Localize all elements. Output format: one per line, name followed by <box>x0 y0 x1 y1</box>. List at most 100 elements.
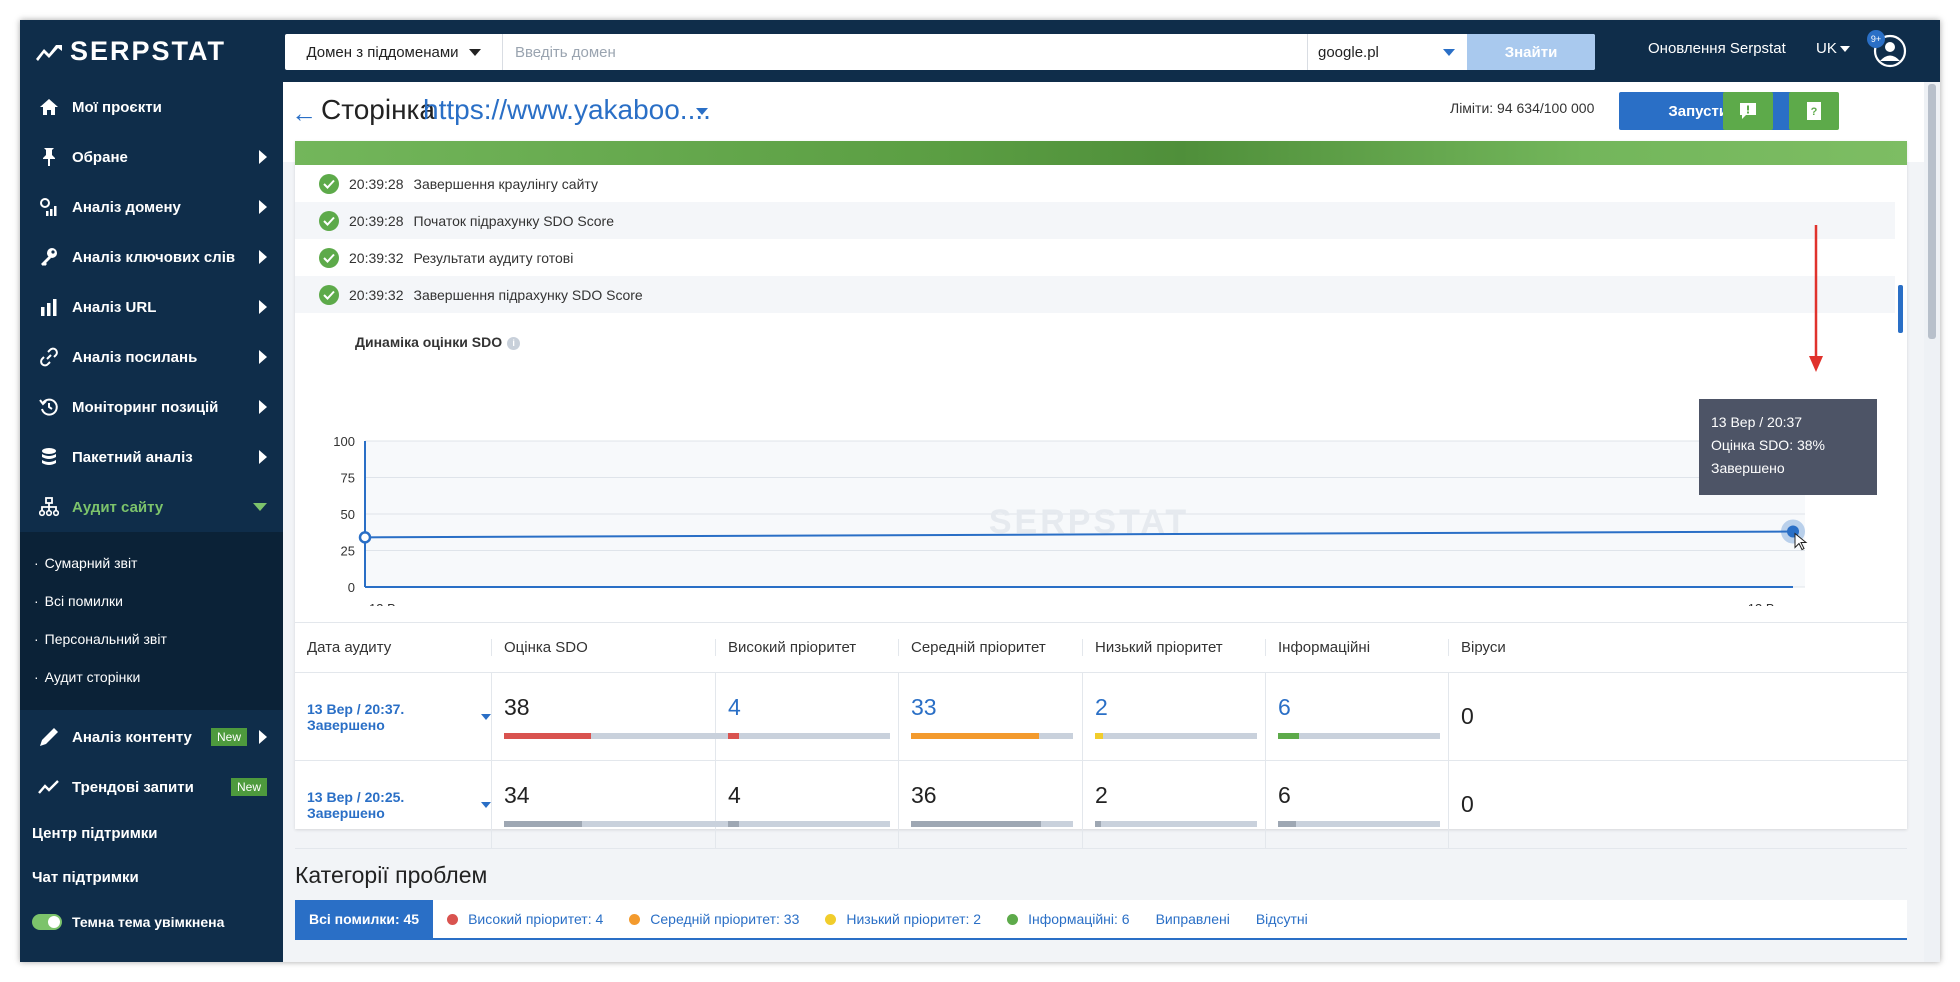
feedback-button[interactable] <box>1723 92 1773 130</box>
tab-fixed[interactable]: Виправлені <box>1156 911 1230 927</box>
logo-icon <box>36 45 62 61</box>
sidebar-item-keyword-analysis[interactable]: Аналіз ключових слів <box>20 232 283 282</box>
tab-high-priority[interactable]: Високий пріоритет: 4 <box>447 911 603 927</box>
tab-missing[interactable]: Відсутні <box>1256 911 1308 927</box>
high-priority-link[interactable]: 4 <box>728 694 898 721</box>
sidebar-item-label: Аналіз ключових слів <box>72 248 236 266</box>
audit-date-select[interactable]: 13 Вер / 20:25. Завершено <box>307 789 491 821</box>
chevron-right-icon <box>259 450 267 464</box>
domain-analysis-icon <box>36 196 62 218</box>
sidebar-item-url-analysis[interactable]: Аналіз URL <box>20 282 283 332</box>
subnav-summary-report[interactable]: Сумарний звіт <box>20 544 283 582</box>
tab-medium-priority[interactable]: Середній пріоритет: 33 <box>629 911 799 927</box>
medium-cell: 33 <box>899 673 1083 760</box>
sdo-cell: 34 <box>492 761 734 848</box>
serpstat-updates-link[interactable]: Оновлення Serpstat <box>1648 40 1786 57</box>
info-bar <box>1278 733 1440 739</box>
sidebar-item-label: Обране <box>72 148 128 166</box>
informational-link[interactable]: 6 <box>1278 694 1448 721</box>
support-chat-link[interactable]: Чат підтримки <box>20 856 283 900</box>
x-tick-label: 13 Вер <box>1748 601 1789 606</box>
page-title: Сторінка <box>321 94 435 125</box>
low-priority-value: 2 <box>1095 782 1108 808</box>
support-center-link[interactable]: Центр підтримки <box>20 812 283 856</box>
subnav-page-audit[interactable]: Аудит сторінки <box>20 658 283 696</box>
log-time: 20:39:32 <box>349 249 404 266</box>
trend-icon <box>36 776 62 798</box>
search-type-select[interactable]: Домен з піддоменами <box>285 34 503 70</box>
sidebar-item-trend-queries[interactable]: Трендові запити New <box>20 762 283 812</box>
sidebar-item-content-analysis[interactable]: Аналіз контенту New <box>20 712 283 762</box>
sitemap-icon <box>36 496 62 518</box>
low-cell: 2 <box>1083 673 1266 760</box>
medium-priority-value: 36 <box>911 782 937 808</box>
sidebar-item-domain-analysis[interactable]: Аналіз домену <box>20 182 283 232</box>
language-select[interactable]: UK <box>1816 40 1850 57</box>
medium-cell: 36 <box>899 761 1083 848</box>
sidebar-nav: Мої проєкти Обране Аналіз домену Аналіз … <box>20 82 283 532</box>
high-priority-value: 4 <box>728 782 741 808</box>
chevron-down-icon[interactable] <box>696 108 708 115</box>
data-point <box>358 531 372 544</box>
sidebar-item-my-projects[interactable]: Мої проєкти <box>20 82 283 132</box>
log-time: 20:39:32 <box>349 286 404 303</box>
tab-label: Високий пріоритет: 4 <box>468 911 604 927</box>
chart-title: Динаміка оцінки SDO i <box>355 334 521 350</box>
page-scrollbar-thumb[interactable] <box>1928 84 1936 339</box>
chevron-right-icon <box>259 300 267 314</box>
low-cell: 2 <box>1083 761 1266 848</box>
tab-informational[interactable]: Інформаційні: 6 <box>1007 911 1130 927</box>
key-icon <box>36 246 62 268</box>
dark-theme-toggle[interactable] <box>32 914 62 930</box>
tab-low-priority[interactable]: Низький пріоритет: 2 <box>825 911 981 927</box>
low-priority-link[interactable]: 2 <box>1095 694 1265 721</box>
table-row: 13 Вер / 20:25. Завершено 34 4 36 2 6 0 <box>295 761 1907 849</box>
chevron-down-icon <box>481 713 491 720</box>
sidebar-item-label: Аналіз посилань <box>72 348 198 366</box>
info-icon[interactable]: i <box>507 336 521 350</box>
info-bar <box>1278 821 1440 827</box>
log-scrollbar[interactable] <box>1898 285 1903 333</box>
virus-cell: 0 <box>1449 761 1907 848</box>
help-button[interactable]: ? <box>1789 92 1839 130</box>
sidebar: SERPSTAT Мої проєкти Обране Аналіз домен… <box>20 20 283 962</box>
audit-date-select[interactable]: 13 Вер / 20:37. Завершено <box>307 701 491 733</box>
back-arrow-icon[interactable]: ← <box>291 98 317 129</box>
high-cell: 4 <box>716 673 899 760</box>
subnav-personal-report[interactable]: Персональний звіт <box>20 620 283 658</box>
log-time: 20:39:28 <box>349 175 404 192</box>
sdo-bar-fill <box>504 821 583 827</box>
medium-bar <box>911 821 1073 827</box>
info-bar-fill <box>1278 821 1296 827</box>
limits-text: Ліміти: 94 634/100 000 <box>1450 100 1595 116</box>
log-time: 20:39:28 <box>349 212 404 229</box>
chart-tooltip: 13 Вер / 20:37 Оцінка SDO: 38% Завершено <box>1699 399 1877 495</box>
sidebar-item-batch-analysis[interactable]: Пакетний аналіз <box>20 432 283 482</box>
page-scrollbar[interactable] <box>1924 82 1940 962</box>
audit-progress-bar <box>295 141 1907 165</box>
sidebar-item-position-monitoring[interactable]: Моніторинг позицій <box>20 382 283 432</box>
sidebar-item-site-audit[interactable]: Аудит сайту <box>20 482 283 532</box>
domain-search-input[interactable] <box>503 34 1307 70</box>
high-bar-fill <box>728 821 740 827</box>
medium-priority-link[interactable]: 33 <box>911 694 1082 721</box>
tab-all-errors[interactable]: Всі помилки: 45 <box>295 900 434 938</box>
audit-card: 20:39:28 Завершення краулінгу сайту 20:3… <box>295 141 1907 849</box>
subnav-all-errors[interactable]: Всі помилки <box>20 582 283 620</box>
log-text: Завершення підрахунку SDO Score <box>413 286 643 303</box>
sidebar-item-label: Аудит сайту <box>72 498 164 516</box>
sidebar-item-favorites[interactable]: Обране <box>20 132 283 182</box>
chevron-right-icon <box>259 730 267 744</box>
page-url-select[interactable]: https://www.yakaboo.... <box>423 94 711 126</box>
chevron-down-icon <box>468 48 481 56</box>
check-circle-icon <box>319 210 339 231</box>
home-icon <box>36 96 62 118</box>
database-select[interactable]: google.pl <box>1307 34 1467 70</box>
audit-date-cell: 13 Вер / 20:25. Завершено <box>295 761 492 848</box>
sidebar-item-link-analysis[interactable]: Аналіз посилань <box>20 332 283 382</box>
sdo-cell: 38 <box>492 673 734 760</box>
serpstat-logo[interactable]: SERPSTAT <box>20 20 283 82</box>
low-bar <box>1095 821 1257 827</box>
tab-label: Середній пріоритет: 33 <box>650 911 800 927</box>
find-button[interactable]: Знайти <box>1467 34 1595 70</box>
